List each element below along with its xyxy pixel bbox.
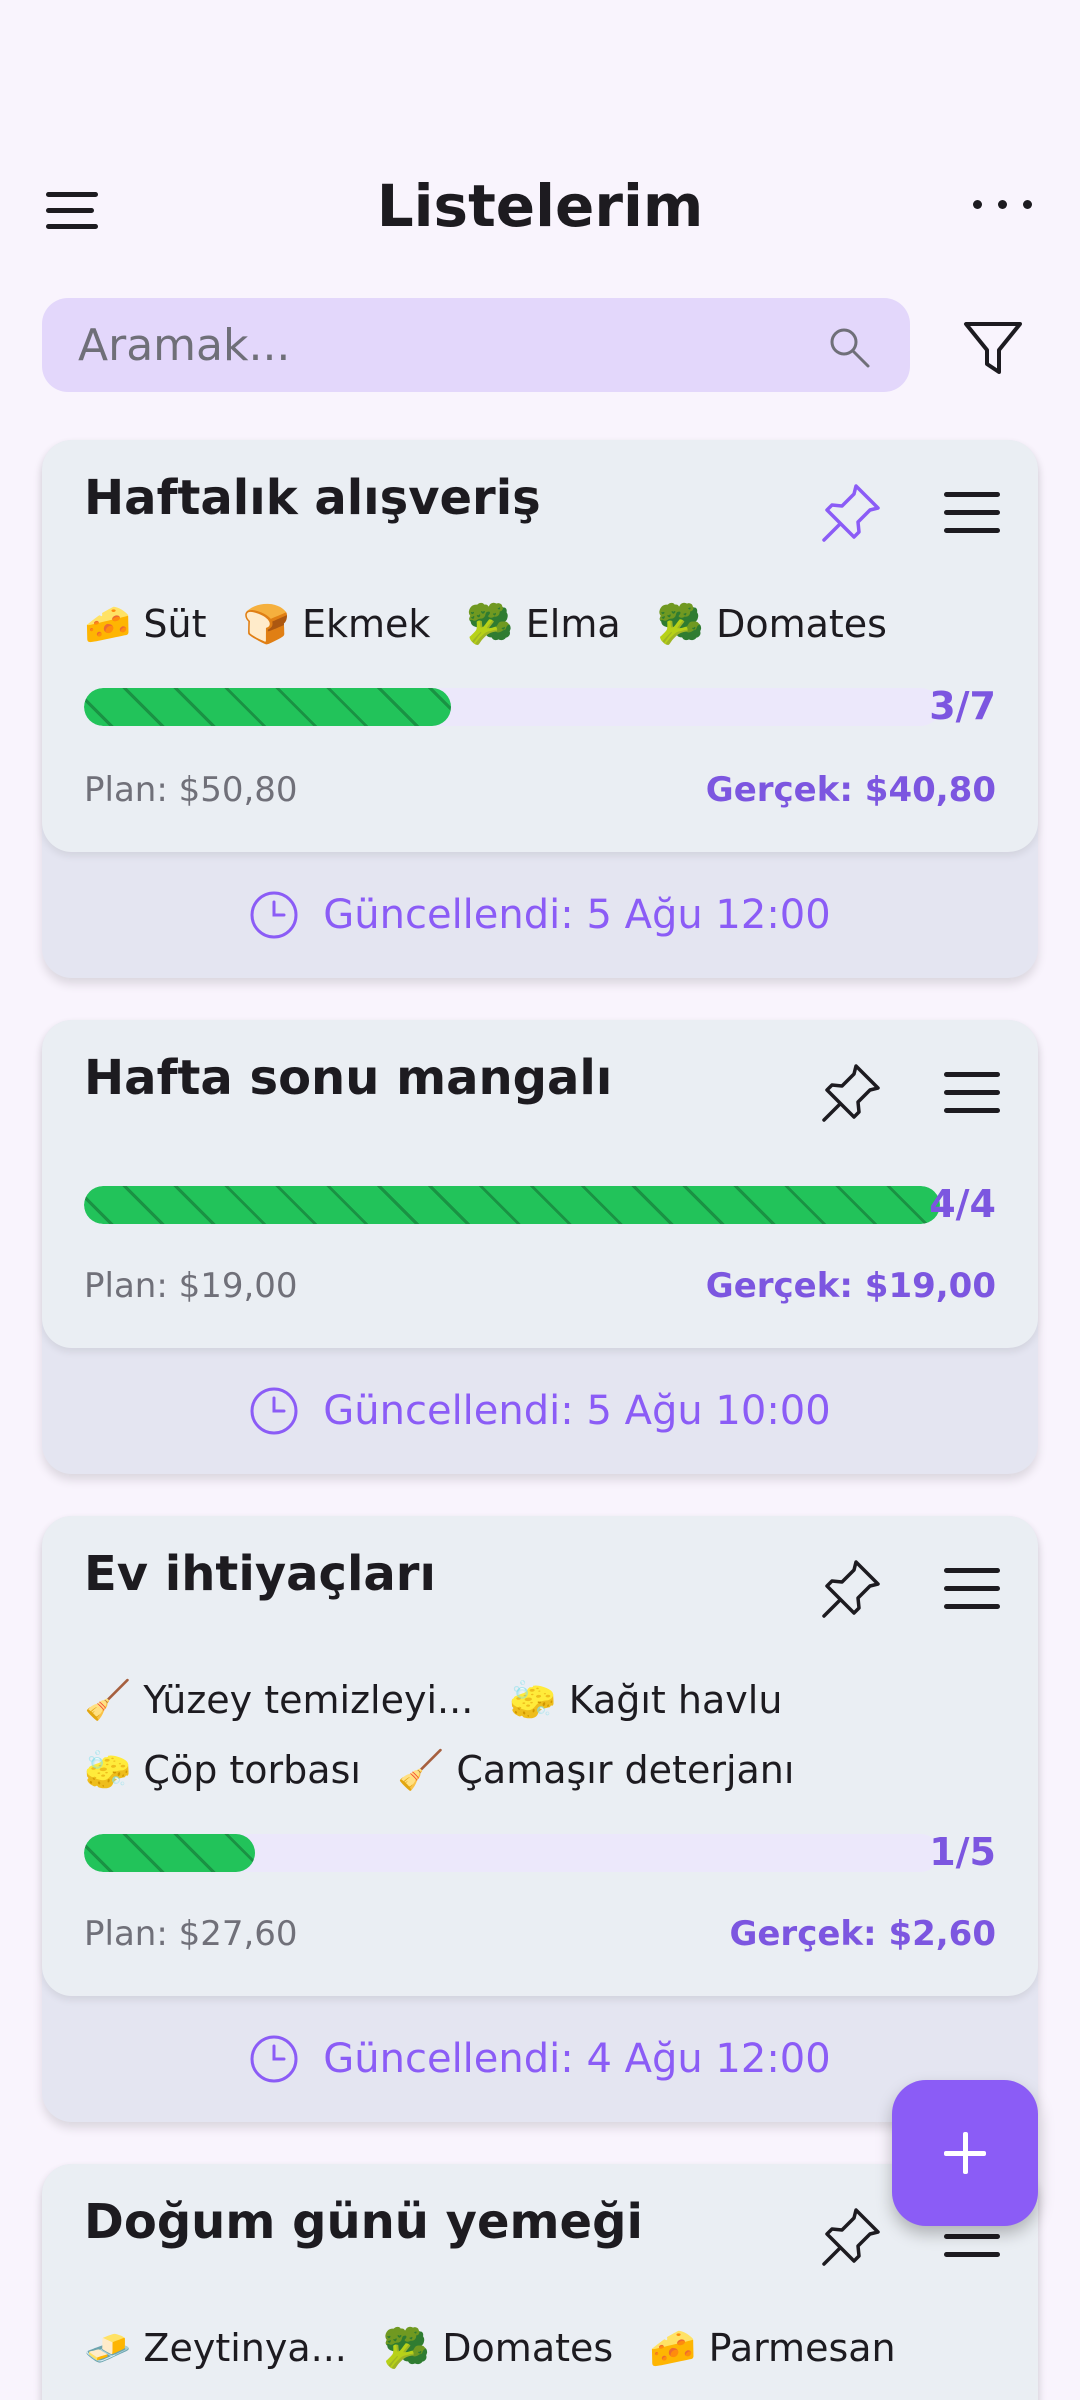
search-bar[interactable] [42,298,910,392]
list-card-body: Ev ihtiyaçları 🧹 Yüzey temizleyi... 🧽 Kağ… [42,1516,1038,1996]
progress-count: 1/5 [929,1830,996,1874]
top-app-bar: Listelerim [0,150,1080,270]
progress-fill [84,1186,940,1224]
plan-amount: Plan: $27,60 [84,1914,298,1954]
pin-icon[interactable] [818,2204,884,2270]
list-card-body: Doğum günü yemeği 🧈 Zeytinya... 🥦 Domates… [42,2164,1038,2400]
actual-amount: Gerçek: $40,80 [705,770,996,810]
actual-amount: Gerçek: $19,00 [705,1266,996,1306]
page-title: Listelerim [376,172,704,240]
list-title: Ev ihtiyaçları [84,1546,436,1602]
pin-icon[interactable] [818,1060,884,1126]
add-list-button[interactable] [892,2080,1038,2226]
list-title: Haftalık alışveriş [84,470,541,526]
list-menu-icon[interactable] [944,492,1004,538]
item-chips: 🧀 Süt 🍞 Ekmek 🥦 Elma 🥦 Domates [84,602,923,647]
item-chip: 🧽 Kağıt havlu [509,1678,783,1722]
item-chips: 🧈 Zeytinya... 🥦 Domates 🧀 Parmesan [84,2326,932,2371]
updated-text: Güncellendi: 5 Ağu 10:00 [323,1388,831,1434]
progress-fill [84,688,451,726]
item-chips: 🧽 Çöp torbası 🧹 Çamaşır deterjanı [84,1748,830,1793]
list-card[interactable]: Ev ihtiyaçları 🧹 Yüzey temizleyi... 🧽 Kağ… [42,1516,1038,2122]
item-chip: 🧀 Parmesan [649,2326,896,2370]
plan-amount: Plan: $50,80 [84,770,298,810]
filter-icon[interactable] [960,314,1026,380]
updated-text: Güncellendi: 5 Ağu 12:00 [323,892,831,938]
clock-icon [250,1387,298,1435]
item-chip: 🥦 Domates [382,2326,614,2370]
more-horizontal-icon[interactable] [973,200,1032,209]
add-icon-vertical [963,2132,968,2174]
updated-footer: Güncellendi: 4 Ağu 12:00 [42,1996,1038,2122]
item-chip: 🧹 Yüzey temizleyi... [84,1678,474,1722]
item-chip: 🍞 Ekmek [242,602,431,646]
updated-text: Güncellendi: 4 Ağu 12:00 [323,2036,831,2082]
progress-bar [84,1186,940,1224]
list-card[interactable]: Doğum günü yemeği 🧈 Zeytinya... 🥦 Domates… [42,2164,1038,2400]
actual-amount: Gerçek: $2,60 [729,1914,996,1954]
list-menu-icon[interactable] [944,1072,1004,1118]
item-chip: 🧹 Çamaşır deterjanı [396,1748,795,1792]
item-chips: 🧹 Yüzey temizleyi... 🧽 Kağıt havlu [84,1678,818,1723]
list-menu-icon[interactable] [944,1568,1004,1614]
item-chip: 🥦 Elma [466,602,621,646]
progress-fill [84,1834,256,1872]
item-chip: 🧈 Zeytinya... [84,2326,347,2370]
progress-count: 3/7 [929,684,996,728]
pin-icon[interactable] [818,1556,884,1622]
progress-bar [84,1834,940,1872]
clock-icon [250,2035,298,2083]
item-chip: 🧀 Süt [84,602,207,646]
updated-footer: Güncellendi: 5 Ağu 12:00 [42,852,1038,978]
list-card[interactable]: Haftalık alışveriş 🧀 Süt 🍞 Ekmek 🥦 Elma 🥦 D… [42,440,1038,978]
search-input[interactable] [78,320,798,371]
updated-footer: Güncellendi: 5 Ağu 10:00 [42,1348,1038,1474]
item-chip: 🧽 Çöp torbası [84,1748,361,1792]
progress-count: 4/4 [929,1182,996,1226]
list-card[interactable]: Hafta sonu mangalı 4/4 Plan: $19,00 Gerç… [42,1020,1038,1474]
clock-icon [250,891,298,939]
item-chip: 🥦 Domates [656,602,887,646]
list-title: Doğum günü yemeği [84,2194,643,2250]
search-icon[interactable] [826,324,872,370]
list-card-body: Hafta sonu mangalı 4/4 Plan: $19,00 Gerç… [42,1020,1038,1348]
pin-icon[interactable] [818,480,884,546]
plan-amount: Plan: $19,00 [84,1266,298,1306]
progress-bar [84,688,940,726]
list-title: Hafta sonu mangalı [84,1050,613,1106]
list-card-body: Haftalık alışveriş 🧀 Süt 🍞 Ekmek 🥦 Elma 🥦 D… [42,440,1038,852]
